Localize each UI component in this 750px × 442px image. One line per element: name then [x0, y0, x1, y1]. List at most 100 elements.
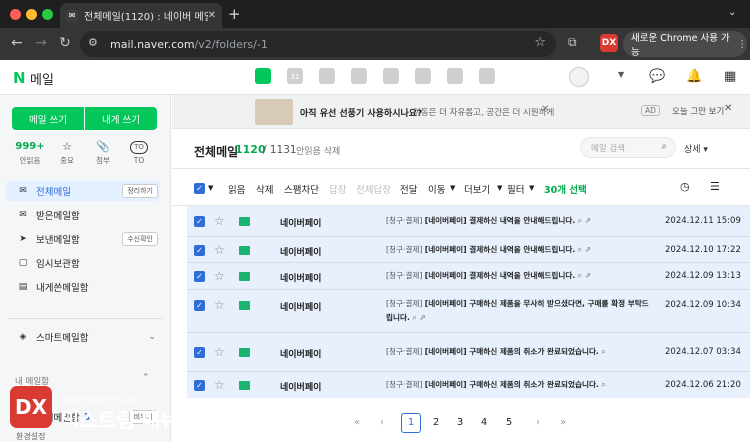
prev-page-icon[interactable]: ‹ [372, 413, 392, 433]
write-mail-button[interactable]: 메일 쓰기 [12, 107, 84, 130]
preview-icon[interactable]: ⌕ [601, 380, 605, 389]
row-checkbox[interactable]: ✓ [194, 271, 205, 282]
mail-subject[interactable]: [청구·결제] [네이버페이] 결제하신 내역을 안내해드립니다. ⌕ ⇗ [386, 269, 650, 283]
open-new-window-icon[interactable]: ⇗ [585, 245, 592, 254]
ad-banner[interactable]: 아직 유선 선풍기 사용하시나요? 이동은 더 자유롭고, 공간은 더 시원하게… [172, 95, 750, 129]
unread-filter[interactable]: 999+ 안읽음 [12, 139, 48, 166]
more-button[interactable]: 더보기 [464, 182, 490, 196]
mail-row[interactable]: ✓ ☆ 네이버페이 [청구·결제] [네이버페이] 구매하신 제품의 취소가 완… [187, 333, 750, 372]
forward-icon[interactable]: → [32, 35, 50, 51]
unread-count[interactable]: 1120 [235, 143, 266, 156]
tab-search-icon[interactable]: ⌄ [728, 7, 736, 18]
row-checkbox[interactable]: ✓ [194, 347, 205, 358]
page-4[interactable]: 4 [474, 413, 494, 433]
to-filter[interactable]: TO TO [124, 139, 154, 165]
preview-icon[interactable]: ⌕ [412, 313, 416, 322]
delete-button[interactable]: 삭제 [256, 182, 273, 196]
star-icon[interactable]: ☆ [214, 345, 225, 359]
mail-subject[interactable]: [청구·결제] [네이버페이] 결제하신 내역을 안내해드립니다. ⌕ ⇗ [386, 214, 650, 228]
maximize-window-button[interactable] [42, 9, 53, 20]
mail-row[interactable]: ✓ ☆ 네이버페이 [청구·결제] [네이버페이] 결제하신 내역을 안내해드립… [187, 206, 750, 237]
bookmark-star-icon[interactable]: ☆ [534, 35, 546, 50]
filter-dropdown-icon[interactable]: ▼ [529, 184, 534, 192]
filter-button[interactable]: 필터 [507, 182, 524, 196]
browser-tab[interactable]: ✉ 전체메일(1120) : 네이버 메일 ✕ [60, 3, 222, 28]
close-window-button[interactable] [10, 9, 21, 20]
star-icon[interactable]: ☆ [214, 269, 225, 283]
memo-app-icon[interactable] [351, 68, 367, 84]
write-to-self-button[interactable]: 내게 쓰기 [85, 107, 157, 130]
envelope-icon[interactable] [239, 272, 250, 281]
envelope-icon[interactable] [239, 348, 250, 357]
mail-sender[interactable]: 네이버페이 [280, 380, 321, 393]
update-chrome-button[interactable]: 새로운 Chrome 사용 가능 ⋮ [623, 31, 748, 58]
mail-sender[interactable]: 네이버페이 [280, 300, 321, 313]
preview-icon[interactable]: ⌕ [578, 271, 582, 280]
dx-extension-icon[interactable]: DX [600, 34, 618, 52]
star-icon[interactable]: ☆ [214, 378, 225, 392]
close-icon[interactable]: ✕ [724, 103, 732, 114]
ad-link-icon[interactable]: ✕ [541, 104, 549, 115]
mark-read-button[interactable]: 읽음 [228, 182, 245, 196]
close-tab-icon[interactable]: ✕ [208, 10, 216, 21]
star-icon[interactable]: ☆ [214, 298, 225, 312]
contacts-app-icon[interactable] [319, 68, 335, 84]
page-1[interactable]: 1 [401, 413, 421, 433]
open-new-window-icon[interactable]: ⇗ [419, 313, 426, 322]
mail-row[interactable]: ✓ ☆ 네이버페이 [청구·결제] [네이버페이] 결제하신 내역을 안내해드립… [187, 237, 750, 263]
mail-sender[interactable]: 네이버페이 [280, 216, 321, 229]
new-tab-button[interactable]: + [228, 5, 241, 23]
preview-icon[interactable]: ⌕ [578, 216, 582, 225]
drive-app-icon[interactable] [383, 68, 399, 84]
row-checkbox[interactable]: ✓ [194, 300, 205, 311]
site-settings-icon[interactable]: ⚙ [88, 36, 98, 49]
mail-sender[interactable]: 네이버페이 [280, 271, 321, 284]
reply-all-button[interactable]: 전체답장 [356, 182, 391, 196]
reload-icon[interactable]: ↻ [56, 35, 74, 51]
search-input[interactable]: 메일 검색 ⌕ [580, 137, 676, 158]
back-icon[interactable]: ← [8, 35, 26, 51]
search-icon[interactable]: ⌕ [661, 141, 667, 152]
avatar[interactable] [569, 67, 589, 87]
mail-logo-text[interactable]: 메일 [30, 69, 54, 88]
delete-unread-button[interactable]: 안읽음 삭제 [296, 144, 340, 157]
mail-sender[interactable]: 네이버페이 [280, 245, 321, 258]
office-app-icon[interactable] [447, 68, 463, 84]
clock-sort-icon[interactable]: ◷ [680, 180, 690, 193]
envelope-icon[interactable] [239, 217, 250, 226]
page-2[interactable]: 2 [426, 413, 446, 433]
mail-subject[interactable]: [청구·결제] [네이버페이] 구매하신 제품을 무사히 받으셨다면, 구매를 … [386, 297, 650, 325]
row-checkbox[interactable]: ✓ [194, 216, 205, 227]
minimize-window-button[interactable] [26, 9, 37, 20]
select-all-checkbox[interactable]: ✓ [194, 183, 205, 194]
list-view-icon[interactable]: ☰ [710, 180, 720, 193]
mail-app-icon[interactable] [255, 68, 271, 84]
folder-received[interactable]: ✉ 받은메일함 [6, 205, 160, 225]
chat-icon[interactable]: 💬 [649, 69, 665, 84]
mail-row[interactable]: ✓ ☆ 네이버페이 [청구·결제] [네이버페이] 구매하신 제품을 무사히 받… [187, 290, 750, 333]
mail-subject[interactable]: [청구·결제] [네이버페이] 구매하신 제품의 취소가 완료되었습니다. ⌕ [386, 345, 650, 359]
mail-subject[interactable]: [청구·결제] [네이버페이] 구매하신 제품의 취소가 완료되었습니다. ⌕ [386, 378, 650, 392]
chevron-down-icon[interactable]: ▼ [618, 70, 624, 79]
calendar-app-icon[interactable]: 31 [287, 68, 303, 84]
star-icon[interactable]: ☆ [214, 243, 225, 257]
settings-link[interactable]: 환경설정 [16, 431, 45, 442]
address-bar[interactable]: ⚙ mail.naver.com/v2/folders/-1 ☆ [80, 31, 556, 57]
envelope-icon[interactable] [239, 381, 250, 390]
more-menu-icon[interactable]: ⋮ [738, 39, 748, 50]
page-3[interactable]: 3 [450, 413, 470, 433]
preview-icon[interactable]: ⌕ [578, 245, 582, 254]
envelope-icon[interactable] [239, 301, 250, 310]
mail-row[interactable]: ✓ ☆ 네이버페이 [청구·결제] [네이버페이] 구매하신 제품의 취소가 완… [187, 372, 750, 398]
preview-icon[interactable]: ⌕ [601, 347, 605, 356]
more-dropdown-icon[interactable]: ▼ [497, 184, 502, 192]
extensions-icon[interactable]: ⧉ [568, 35, 577, 50]
detail-search-button[interactable]: 상세 ▾ [684, 142, 708, 155]
mail-subject[interactable]: [청구·결제] [네이버페이] 결제하신 내역을 안내해드립니다. ⌕ ⇗ [386, 243, 650, 257]
select-dropdown-icon[interactable]: ▼ [208, 184, 213, 192]
folder-all-mail[interactable]: ✉ 전체메일 정리하기 [6, 181, 160, 201]
important-filter[interactable]: ☆ 중요 [52, 139, 82, 166]
forward-button[interactable]: 전달 [400, 182, 417, 196]
mail-row[interactable]: ✓ ☆ 네이버페이 [청구·결제] [네이버페이] 결제하신 내역을 안내해드립… [187, 263, 750, 290]
move-button[interactable]: 이동 [428, 182, 445, 196]
